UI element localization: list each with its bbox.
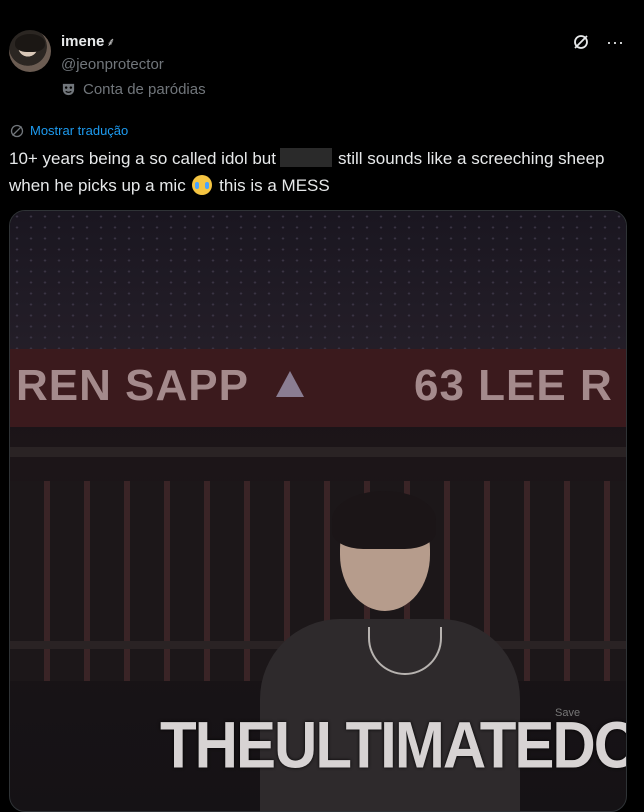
- banner-logo: [276, 371, 304, 397]
- tweet-text-part-3: this is a MESS: [219, 176, 330, 195]
- parody-label-text: Conta de paródias: [83, 81, 206, 98]
- avatar[interactable]: [9, 30, 51, 72]
- show-translation-link[interactable]: Mostrar tradução: [10, 123, 128, 138]
- globe-icon: [10, 124, 24, 137]
- show-translation-label[interactable]: Mostrar tradução: [30, 123, 128, 138]
- grok-icon[interactable]: [572, 33, 590, 51]
- tweet-text-part-1: 10+ years being a so called idol but: [9, 149, 276, 168]
- video-watermark: THEULTIMATEDODO: [160, 708, 626, 782]
- parody-label: Conta de paródias: [61, 81, 206, 98]
- banner-text-left: REN SAPP: [16, 361, 249, 410]
- mask-icon: [62, 83, 75, 96]
- tweet-media-video[interactable]: REN SAPP 63 LEE R Save THEULTIMATEDODO: [9, 210, 627, 812]
- more-icon[interactable]: ···: [606, 33, 624, 51]
- banner-text-right: 63 LEE R: [414, 361, 613, 410]
- redacted-name: [280, 148, 332, 167]
- name-decoration: ⸙: [106, 35, 116, 49]
- crying-emoji-icon: [192, 175, 213, 195]
- display-name[interactable]: imene ⸙: [61, 33, 115, 50]
- user-handle[interactable]: @jeonprotector: [61, 56, 164, 73]
- tweet-actions-top: ···: [572, 33, 624, 51]
- tweet-text: 10+ years being a so called idol but stil…: [9, 145, 629, 199]
- display-name-text[interactable]: imene: [61, 33, 104, 50]
- stadium-rail: [10, 447, 626, 457]
